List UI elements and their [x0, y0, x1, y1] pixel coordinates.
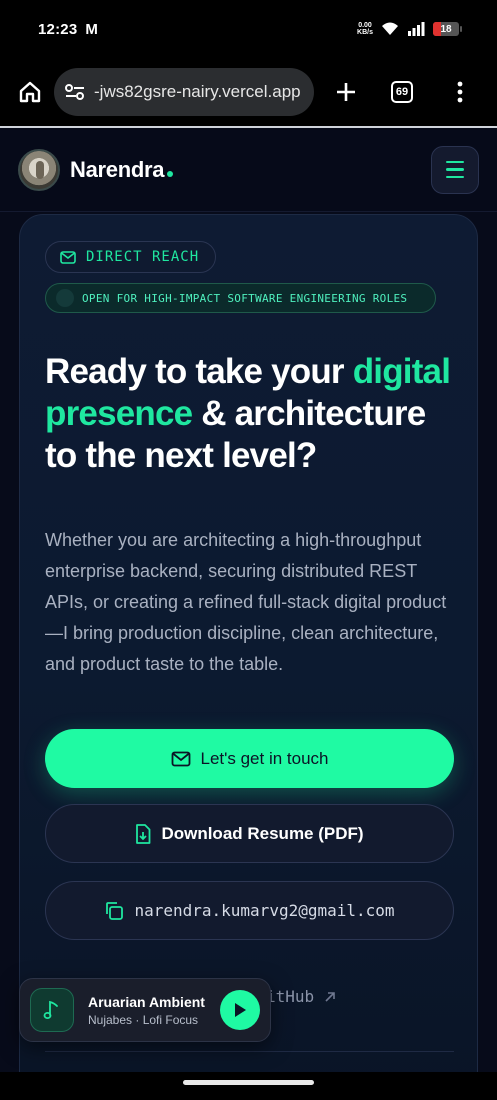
external-link-icon [325, 991, 335, 1002]
avatar[interactable] [18, 148, 60, 191]
home-gesture-handle[interactable] [183, 1080, 314, 1085]
headline-part1: Ready to take your [45, 352, 353, 391]
system-nav-bar [0, 1072, 497, 1100]
browser-toolbar: -jws82gsre-nairy.vercel.app 69 [0, 58, 497, 126]
carrier-icon: M [85, 20, 98, 38]
hamburger-menu-button[interactable] [431, 145, 479, 194]
brand-dot-icon [167, 170, 174, 177]
hero-description: Whether you are architecting a high-thro… [45, 530, 447, 674]
email-text: narendra.kumarvg2@gmail.com [134, 901, 395, 920]
file-download-icon [136, 823, 151, 844]
brand-text: Narendra [70, 156, 165, 182]
wifi-icon [382, 22, 398, 35]
tab-switcher-button[interactable]: 69 [384, 74, 420, 110]
direct-reach-label: DIRECT REACH [86, 249, 200, 265]
contact-button-label: Let's get in touch [200, 748, 329, 768]
home-icon[interactable] [12, 74, 48, 110]
hero-headline: Ready to take your digital presence & ar… [45, 351, 465, 477]
copy-email-button[interactable]: narendra.kumarvg2@gmail.com [45, 881, 454, 940]
more-menu-icon[interactable] [442, 74, 478, 110]
mail-icon [171, 751, 190, 766]
battery-icon: 18 [433, 22, 462, 36]
site-header: Narendra [0, 128, 497, 212]
play-button[interactable] [220, 990, 260, 1030]
direct-reach-badge: DIRECT REACH [45, 241, 216, 273]
status-dot-icon [56, 289, 74, 307]
brand-name[interactable]: Narendra [70, 156, 174, 183]
music-note-icon [30, 988, 74, 1032]
battery-level: 18 [440, 23, 452, 35]
signal-icon [408, 22, 425, 36]
track-artist: Nujabes · Lofi Focus [88, 1012, 199, 1027]
site-settings-icon[interactable] [64, 82, 86, 102]
download-resume-label: Download Resume (PDF) [161, 823, 364, 843]
card-divider [45, 1051, 454, 1052]
tab-count: 69 [391, 81, 413, 103]
status-indicators: 0.00 KB/s 18 [357, 22, 462, 36]
menu-line-icon [446, 168, 464, 171]
contact-button[interactable]: Let's get in touch [45, 729, 454, 788]
network-speed-value: 0.00 [358, 22, 372, 29]
track-info: Aruarian Ambient Nujabes · Lofi Focus [88, 994, 205, 1027]
github-link[interactable]: itHub [266, 987, 336, 1006]
track-title: Aruarian Ambient [88, 993, 205, 1010]
network-speed-unit: KB/s [357, 29, 373, 36]
url-text[interactable]: -jws82gsre-nairy.vercel.app [94, 82, 301, 102]
status-bar: 12:23 M 0.00 KB/s 18 [0, 0, 497, 58]
menu-line-icon [446, 175, 464, 179]
menu-line-icon [446, 160, 464, 164]
network-speed: 0.00 KB/s [357, 22, 373, 36]
download-resume-button[interactable]: Download Resume (PDF) [45, 804, 454, 863]
status-time: 12:23 [38, 20, 78, 38]
url-bar[interactable]: -jws82gsre-nairy.vercel.app [54, 68, 314, 116]
github-label: itHub [266, 987, 315, 1006]
new-tab-icon[interactable] [328, 74, 364, 110]
play-icon [235, 1003, 246, 1017]
availability-label: OPEN FOR HIGH-IMPACT SOFTWARE ENGINEERIN… [82, 291, 408, 305]
availability-badge: OPEN FOR HIGH-IMPACT SOFTWARE ENGINEERIN… [45, 283, 436, 313]
copy-icon [106, 901, 124, 920]
music-player[interactable]: Aruarian Ambient Nujabes · Lofi Focus [19, 978, 271, 1042]
mail-icon [60, 250, 76, 264]
contact-card: DIRECT REACH OPEN FOR HIGH-IMPACT SOFTWA… [19, 214, 478, 1100]
